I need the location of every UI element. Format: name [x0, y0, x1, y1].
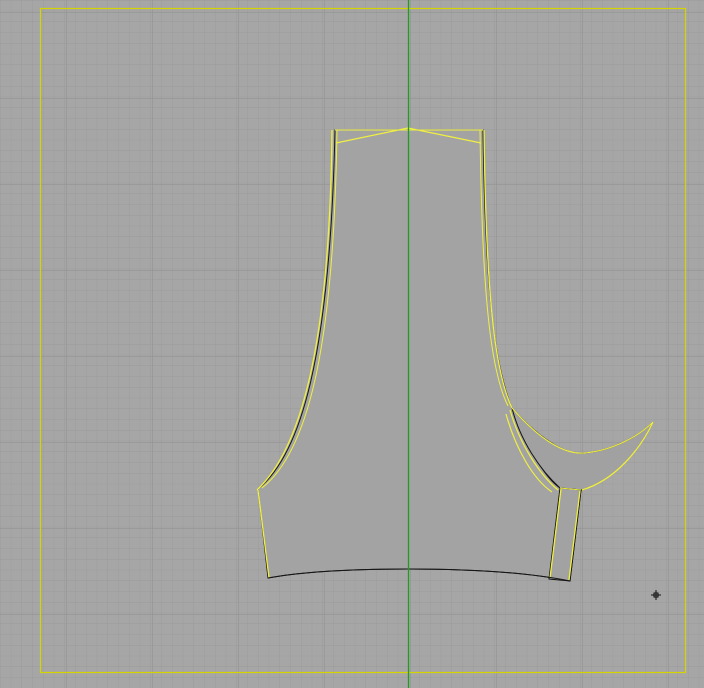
pattern-canvas[interactable] — [0, 0, 704, 688]
pattern-viewport[interactable] — [0, 0, 704, 688]
